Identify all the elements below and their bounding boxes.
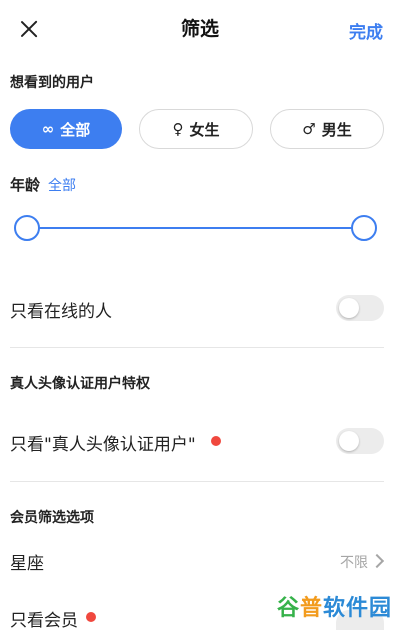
age-label: 年龄 bbox=[10, 176, 41, 194]
verified-heading: 真人头像认证用户特权 bbox=[10, 376, 150, 392]
new-badge-dot bbox=[211, 436, 221, 446]
gender-option-female[interactable]: ♀ 女生 bbox=[139, 109, 253, 149]
divider bbox=[10, 481, 384, 482]
new-badge-dot bbox=[86, 612, 96, 622]
gender-option-label: 女生 bbox=[189, 120, 220, 139]
infinity-icon: ∞ bbox=[41, 120, 55, 138]
verified-only-label: 只看"真人头像认证用户" bbox=[10, 435, 196, 455]
members-only-label: 只看会员 bbox=[10, 611, 78, 631]
female-icon: ♀ bbox=[172, 120, 184, 138]
age-slider-max-handle[interactable] bbox=[351, 215, 377, 241]
divider bbox=[10, 347, 384, 348]
audience-heading: 想看到的用户 bbox=[10, 75, 94, 91]
zodiac-label: 星座 bbox=[10, 554, 44, 574]
gender-option-male[interactable]: ♂ 男生 bbox=[270, 109, 384, 149]
watermark-logo: 谷普软件园 bbox=[276, 596, 392, 621]
member-heading: 会员筛选选项 bbox=[10, 510, 94, 526]
online-only-label: 只看在线的人 bbox=[10, 302, 112, 322]
zodiac-value[interactable]: 不限 bbox=[340, 552, 368, 572]
done-button[interactable]: 完成 bbox=[349, 18, 383, 43]
gender-option-label: 全部 bbox=[60, 120, 91, 139]
age-value: 全部 bbox=[48, 178, 76, 194]
online-only-toggle[interactable] bbox=[336, 295, 384, 321]
verified-only-toggle[interactable] bbox=[336, 428, 384, 454]
age-slider-min-handle[interactable] bbox=[14, 215, 40, 241]
chevron-right-icon bbox=[369, 553, 385, 569]
gender-option-label: 男生 bbox=[321, 120, 352, 139]
age-slider-track[interactable] bbox=[28, 227, 364, 229]
gender-option-all[interactable]: ∞ 全部 bbox=[10, 109, 122, 149]
male-icon: ♂ bbox=[302, 120, 316, 138]
page-title: 筛选 bbox=[180, 18, 219, 40]
